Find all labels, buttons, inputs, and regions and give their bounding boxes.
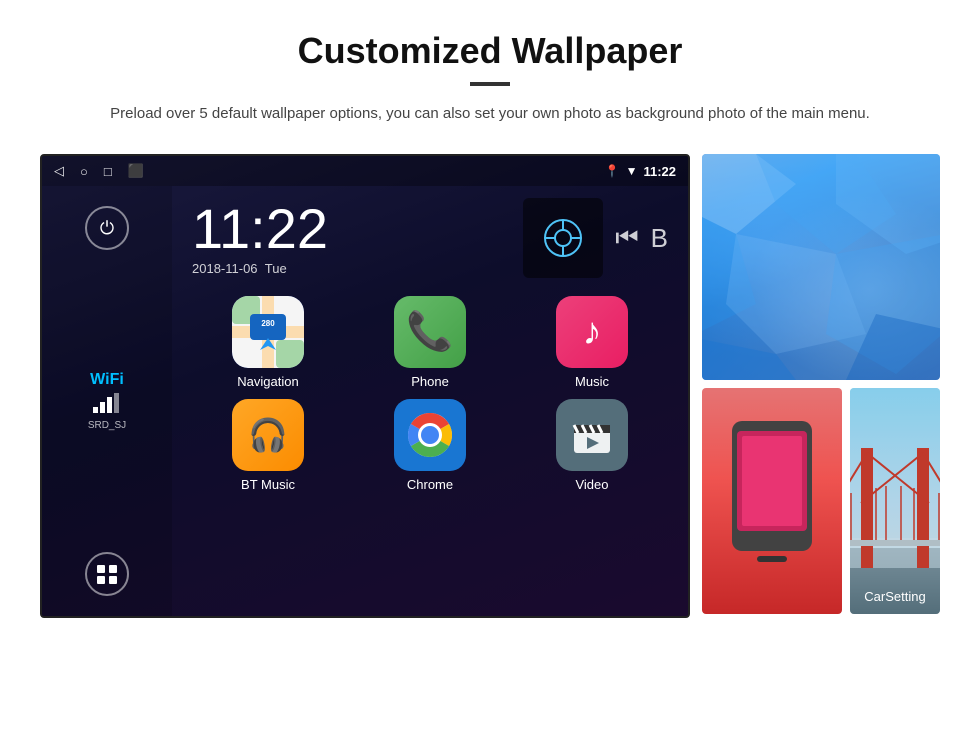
prev-track-button[interactable]: ⏮ bbox=[615, 222, 638, 254]
signal-icon: ▼ bbox=[626, 164, 638, 178]
sidebar: ⏻ WiFi SRD_SJ bbox=[42, 186, 172, 616]
carsetting-label: CarSetting bbox=[850, 589, 940, 604]
wifi-label: WiFi bbox=[88, 371, 126, 389]
apps-button[interactable] bbox=[85, 552, 129, 596]
phone-icon: 📞 bbox=[394, 296, 466, 368]
clock-time: 11:22 bbox=[192, 201, 503, 257]
wallpaper-bottom-row: CarSetting bbox=[702, 388, 940, 614]
app-item-chrome[interactable]: Chrome bbox=[354, 399, 506, 492]
status-time: 11:22 bbox=[643, 164, 676, 179]
video-label: Video bbox=[575, 477, 608, 492]
clock-area: 11:22 2018-11-06 Tue bbox=[172, 186, 688, 286]
wifi-widget: WiFi SRD_SJ bbox=[88, 371, 126, 431]
status-icons: 📍 ▼ 11:22 bbox=[605, 164, 676, 179]
wifi-bars bbox=[88, 391, 126, 418]
title-divider bbox=[470, 82, 510, 86]
location-icon: 📍 bbox=[605, 164, 620, 178]
video-icon bbox=[556, 399, 628, 471]
wifi-ssid: SRD_SJ bbox=[88, 420, 126, 431]
android-screen: ◁ ○ □ ⬛ 📍 ▼ 11:22 ⏻ WiFi bbox=[40, 154, 690, 618]
clock-date: 2018-11-06 Tue bbox=[192, 261, 503, 276]
app-grid: 280 Navigation 📞 Phone bbox=[172, 286, 688, 508]
status-bar: ◁ ○ □ ⬛ 📍 ▼ 11:22 bbox=[42, 156, 688, 186]
content-area: ◁ ○ □ ⬛ 📍 ▼ 11:22 ⏻ WiFi bbox=[40, 154, 940, 618]
wallpaper-ice[interactable] bbox=[702, 154, 940, 380]
music-icon: ♪ bbox=[556, 296, 628, 368]
page-subtitle: Preload over 5 default wallpaper options… bbox=[110, 102, 870, 126]
power-icon: ⏻ bbox=[100, 218, 114, 239]
next-track-button[interactable]: B bbox=[651, 223, 668, 254]
app-item-navigation[interactable]: 280 Navigation bbox=[192, 296, 344, 389]
btmusic-label: BT Music bbox=[241, 477, 295, 492]
music-label: Music bbox=[575, 374, 609, 389]
btmusic-icon: 🎧 bbox=[232, 399, 304, 471]
power-button[interactable]: ⏻ bbox=[85, 206, 129, 250]
back-icon[interactable]: ◁ bbox=[54, 163, 64, 179]
app-item-btmusic[interactable]: 🎧 BT Music bbox=[192, 399, 344, 492]
media-widget[interactable] bbox=[523, 198, 603, 278]
wallpaper-panels: CarSetting bbox=[702, 154, 940, 614]
page-title: Customized Wallpaper bbox=[298, 30, 683, 72]
screen-body: ⏻ WiFi SRD_SJ bbox=[42, 186, 688, 616]
phone-label: Phone bbox=[411, 374, 449, 389]
clock-section: 11:22 2018-11-06 Tue bbox=[192, 201, 503, 276]
wallpaper-device[interactable] bbox=[702, 388, 842, 614]
media-icons: ⏮ B bbox=[523, 198, 668, 278]
navigation-label: Navigation bbox=[237, 374, 298, 389]
svg-text:280: 280 bbox=[261, 319, 275, 328]
navigation-icon: 280 bbox=[232, 296, 304, 368]
main-area: 11:22 2018-11-06 Tue bbox=[172, 186, 688, 616]
wallpaper-bridge[interactable]: CarSetting bbox=[850, 388, 940, 614]
app-item-phone[interactable]: 📞 Phone bbox=[354, 296, 506, 389]
screenshot-icon[interactable]: ⬛ bbox=[128, 163, 144, 179]
home-icon[interactable]: ○ bbox=[80, 164, 88, 179]
chrome-icon bbox=[394, 399, 466, 471]
chrome-label: Chrome bbox=[407, 477, 453, 492]
recents-icon[interactable]: □ bbox=[104, 164, 112, 179]
nav-icons: ◁ ○ □ ⬛ bbox=[54, 163, 144, 179]
app-item-video[interactable]: Video bbox=[516, 399, 668, 492]
app-item-music[interactable]: ♪ Music bbox=[516, 296, 668, 389]
apps-grid-icon bbox=[97, 565, 117, 584]
